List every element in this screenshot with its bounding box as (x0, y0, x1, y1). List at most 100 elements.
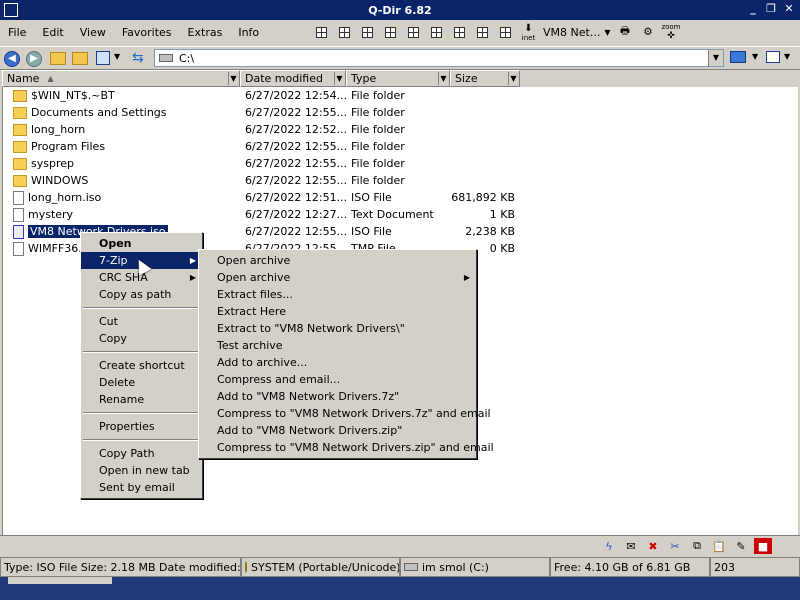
context-menu-item[interactable]: Properties (81, 418, 202, 435)
context-menu-item[interactable]: Rename (81, 391, 202, 408)
file-row[interactable]: $WIN_NT$.~BT 6/27/2022 12:54... File folde… (3, 87, 799, 104)
stop-icon[interactable]: ■ (754, 538, 772, 554)
column-name[interactable]: Name ▲ ▼ (2, 70, 240, 87)
layout-5-icon[interactable] (402, 22, 425, 42)
file-row[interactable]: sysprep 6/27/2022 12:55... File folder (3, 155, 799, 172)
file-date: 6/27/2022 12:55... (245, 174, 348, 187)
layout-8-icon[interactable] (471, 22, 494, 42)
inet-icon[interactable]: ⬇ inet (517, 22, 540, 42)
context-menu-item-label: Delete (99, 376, 136, 389)
context-menu-item[interactable]: Open in new tab (81, 462, 202, 479)
submenu-7zip-item-label: Extract Here (217, 305, 286, 318)
edit-icon[interactable]: ✎ (732, 538, 750, 554)
pane-icon[interactable] (766, 51, 780, 63)
layout-6-icon[interactable] (425, 22, 448, 42)
context-menu-item[interactable]: Copy as path (81, 286, 202, 303)
layout-7-icon[interactable] (448, 22, 471, 42)
view-mode-icon[interactable] (96, 51, 110, 65)
submenu-7zip-item[interactable]: Add to archive... (199, 354, 476, 371)
submenu-7zip-item-label: Add to "VM8 Network Drivers.zip" (217, 424, 403, 437)
layout-3-icon[interactable] (356, 22, 379, 42)
delete-icon[interactable]: ✖ (644, 538, 662, 554)
file-row[interactable]: long_horn.iso 6/27/2022 12:51... ISO File 6… (3, 189, 799, 206)
context-menu-item[interactable]: Open (81, 235, 202, 252)
printer-icon[interactable]: 🖶 (613, 22, 636, 42)
menu-file[interactable]: File (0, 26, 34, 39)
menu-separator (83, 412, 200, 414)
address-field[interactable]: C:\ ▼ (154, 49, 724, 67)
column-name-label: Name (7, 72, 40, 85)
menu-extras[interactable]: Extras (180, 26, 231, 39)
menu-info[interactable]: Info (230, 26, 267, 39)
file-row[interactable]: long_horn 6/27/2022 12:52... File folder (3, 121, 799, 138)
file-type: File folder (351, 140, 405, 153)
monitor-dropdown-icon[interactable]: ▼ (752, 52, 758, 61)
file-row[interactable]: Program Files 6/27/2022 12:55... File fold… (3, 138, 799, 155)
submenu-7zip-item[interactable]: Extract to "VM8 Network Drivers\" (199, 320, 476, 337)
column-header: Name ▲ ▼ Date modified ▼ Type ▼ Size ▼ (2, 70, 798, 87)
back-icon[interactable]: ◀ (4, 51, 20, 67)
restore-icon[interactable]: ❐ (764, 2, 778, 16)
pane-dropdown-icon[interactable]: ▼ (784, 52, 790, 61)
file-name: Program Files (31, 140, 106, 153)
column-size-dropdown-icon[interactable]: ▼ (508, 72, 518, 85)
column-type[interactable]: Type ▼ (346, 70, 450, 87)
submenu-7zip-item[interactable]: Compress to "VM8 Network Drivers.7z" and… (199, 405, 491, 422)
status-bar: Type: ISO File Size: 2.18 MB Date modifi… (0, 557, 800, 577)
submenu-7zip-item[interactable]: Extract files... (199, 286, 476, 303)
context-menu-item[interactable]: Delete (81, 374, 202, 391)
submenu-7zip-item[interactable]: Add to "VM8 Network Drivers.zip" (199, 422, 476, 439)
file-name-cell: WINDOWS (13, 174, 88, 187)
address-path: C:\ (179, 51, 195, 65)
file-row[interactable]: Documents and Settings 6/27/2022 12:55...… (3, 104, 799, 121)
new-folder-icon[interactable] (72, 52, 88, 65)
context-menu-item-label: Copy as path (99, 288, 172, 301)
column-size[interactable]: Size ▼ (450, 70, 520, 87)
submenu-7zip-item[interactable]: Compress to "VM8 Network Drivers.zip" an… (199, 439, 494, 456)
menu-edit[interactable]: Edit (34, 26, 71, 39)
window-title: Q-Dir 6.82 (368, 3, 432, 17)
file-row[interactable]: mystery 6/27/2022 12:27... Text Document 1 … (3, 206, 799, 223)
address-dropdown-icon[interactable]: ▼ (708, 50, 723, 66)
layout-9-icon[interactable] (494, 22, 517, 42)
column-date[interactable]: Date modified ▼ (240, 70, 346, 87)
menu-favorites[interactable]: Favorites (114, 26, 180, 39)
context-menu-item[interactable]: Copy Path (81, 445, 202, 462)
column-name-dropdown-icon[interactable]: ▼ (228, 72, 238, 85)
settings-icon[interactable]: ⚙ (636, 22, 659, 42)
cut-icon[interactable]: ✂ (666, 538, 684, 554)
context-menu-item[interactable]: Cut (81, 313, 202, 330)
submenu-7zip-item[interactable]: Extract Here (199, 303, 476, 320)
profile-dropdown[interactable]: VM8 Net... ▼ (540, 26, 613, 39)
menu-view[interactable]: View (72, 26, 114, 39)
forward-icon[interactable]: ▶ (26, 51, 42, 67)
context-menu-item[interactable]: Copy (81, 330, 202, 347)
layout-1-icon[interactable] (310, 22, 333, 42)
submenu-7zip-item[interactable]: Open archive (199, 252, 476, 269)
column-date-dropdown-icon[interactable]: ▼ (334, 72, 344, 85)
taskbar-button[interactable] (8, 577, 112, 584)
lightning-icon[interactable]: ϟ (600, 538, 618, 554)
paste-icon[interactable]: 📋 (710, 538, 728, 554)
column-type-dropdown-icon[interactable]: ▼ (438, 72, 448, 85)
monitor-icon[interactable] (730, 51, 746, 63)
mail-icon[interactable]: ✉ (622, 538, 640, 554)
minimize-icon[interactable]: _ (746, 2, 760, 16)
submenu-7zip-item[interactable]: Open archive ▶ (199, 269, 476, 286)
refresh-icon[interactable]: ⇆ (132, 50, 144, 66)
close-icon[interactable]: ✕ (782, 2, 796, 16)
submenu-7zip-item[interactable]: Test archive (199, 337, 476, 354)
layout-4-icon[interactable] (379, 22, 402, 42)
context-menu-item[interactable]: Sent by email (81, 479, 202, 496)
copy-icon[interactable]: ⧉ (688, 538, 706, 554)
submenu-7zip-item[interactable]: Compress and email... (199, 371, 476, 388)
context-menu-item[interactable]: Create shortcut (81, 357, 202, 374)
file-name-cell: Program Files (13, 140, 105, 153)
zoom-icon[interactable]: zoom ✜ (659, 22, 682, 42)
submenu-7zip-item[interactable]: Add to "VM8 Network Drivers.7z" (199, 388, 476, 405)
view-dropdown-icon[interactable]: ▼ (114, 52, 120, 61)
layout-2-icon[interactable] (333, 22, 356, 42)
file-type: ISO File (351, 225, 392, 238)
file-row[interactable]: WINDOWS 6/27/2022 12:55... File folder (3, 172, 799, 189)
up-folder-icon[interactable] (50, 52, 66, 65)
